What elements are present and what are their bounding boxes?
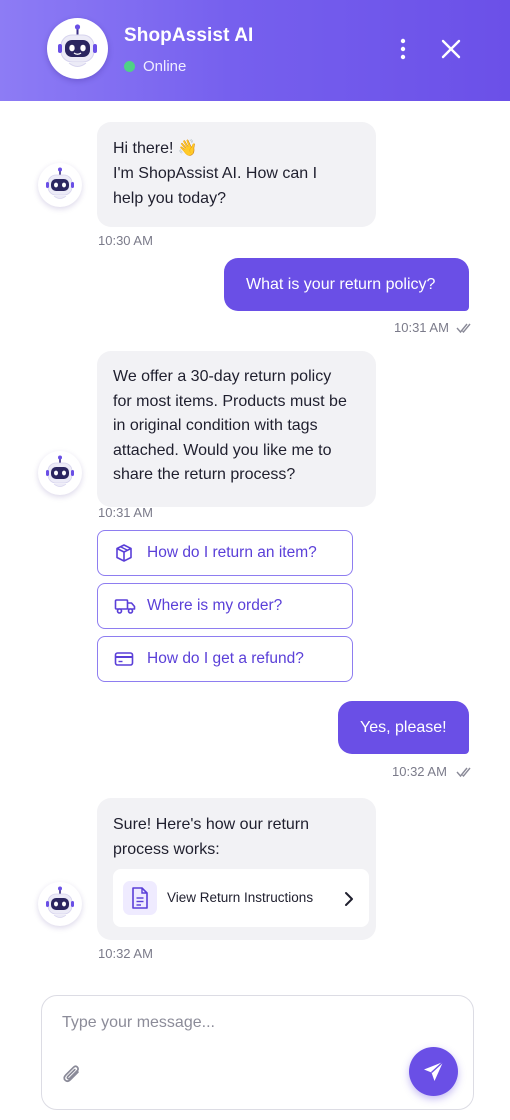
robot-icon [58,24,97,67]
quick-reply-order-status[interactable]: Where is my order? [97,583,353,629]
bot-avatar [38,163,82,207]
bot-message: Hi there! 👋 I'm ShopAssist AI. How can I… [97,122,376,227]
chat-title: ShopAssist AI [124,25,254,46]
quick-reply-label: Where is my order? [147,597,283,614]
document-icon [132,887,148,909]
bot-avatar [47,18,108,79]
double-check-icon [456,767,471,778]
message-line: process works: [113,841,220,858]
bot-message: We offer a 30-day return policy for most… [97,351,376,507]
document-icon-wrap [123,881,157,915]
robot-icon [46,886,74,918]
chevron-right-icon[interactable] [342,891,356,907]
quick-reply-refund[interactable]: How do I get a refund? [97,636,353,682]
message-line: attached. Would you like me to [113,441,332,459]
message-timestamp: 10:31 AM [394,320,449,335]
message-line: share the return process? [113,466,296,483]
message-line: help you today? [113,190,226,207]
bot-avatar [38,882,82,926]
robot-icon [46,167,74,199]
package-icon [116,544,132,562]
message-line: We offer a 30-day return policy [113,368,332,385]
message-timestamp: 10:32 AM [98,946,153,961]
chat-header: ShopAssist AI Online [0,0,510,101]
send-icon [424,1061,444,1081]
user-message: What is your return policy? [224,258,469,311]
online-status-text: Online [143,58,187,75]
bot-avatar [38,451,82,495]
message-line: for most items. Products must be [113,392,347,410]
more-options-icon[interactable] [392,36,414,62]
close-icon[interactable] [438,36,464,62]
message-line: Sure! Here's how our return [113,816,310,833]
message-line: I'm ShopAssist AI. How can I [113,165,318,182]
message-timestamp: 10:30 AM [98,233,153,248]
truck-icon [114,599,136,614]
credit-card-icon [114,652,134,666]
view-return-instructions-card[interactable]: View Return Instructions [113,869,369,927]
message-input-box[interactable] [41,995,474,1110]
message-timestamp: 10:32 AM [392,764,447,779]
message-line: Hi there! 👋 [113,140,198,157]
robot-icon [46,455,74,487]
paperclip-icon[interactable] [60,1061,84,1087]
message-input[interactable]: Type your message... [62,1014,215,1032]
message-line: in original condition with tags [113,417,318,434]
message-timestamp: 10:31 AM [98,505,153,520]
instructions-label: View Return Instructions [167,890,314,905]
quick-reply-label: How do I get a refund? [147,650,304,667]
double-check-icon [456,323,471,334]
quick-reply-label: How do I return an item? [147,544,317,561]
online-status-dot [124,61,135,72]
send-button[interactable] [409,1047,458,1096]
user-message: Yes, please! [338,701,469,754]
quick-reply-return-item[interactable]: How do I return an item? [97,530,353,576]
